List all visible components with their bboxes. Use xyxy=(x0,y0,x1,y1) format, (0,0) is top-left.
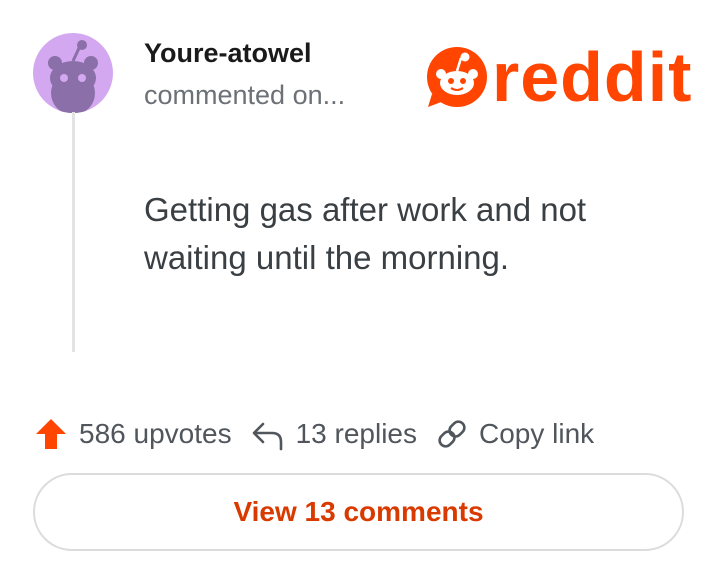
comment-meta: commented on... xyxy=(144,80,346,110)
username[interactable]: Youre-atowel xyxy=(144,38,312,69)
upvote-arrow-icon xyxy=(36,419,66,449)
reddit-snoo-logo-icon xyxy=(427,47,487,107)
link-chain-icon xyxy=(438,420,466,448)
reply-count: 13 replies xyxy=(295,418,417,449)
reply-button[interactable]: 13 replies xyxy=(250,416,417,452)
reddit-logo: reddit xyxy=(424,38,691,116)
avatar[interactable] xyxy=(33,33,113,113)
reddit-wordmark: reddit xyxy=(492,38,693,116)
upvote-count: 586 upvotes xyxy=(79,418,232,449)
action-bar: 586 upvotes 13 replies Copy link xyxy=(33,410,612,458)
copy-link-button[interactable]: Copy link xyxy=(435,417,594,451)
upvote-button[interactable]: 586 upvotes xyxy=(33,416,232,452)
copy-link-label: Copy link xyxy=(478,418,595,449)
reply-arrow-icon xyxy=(252,422,282,451)
comment-body: Getting gas after work and not waiting u… xyxy=(144,191,587,276)
snoo-avatar-icon xyxy=(48,40,98,113)
thread-line xyxy=(72,112,75,352)
view-comments-button[interactable]: View 13 comments xyxy=(33,473,684,551)
